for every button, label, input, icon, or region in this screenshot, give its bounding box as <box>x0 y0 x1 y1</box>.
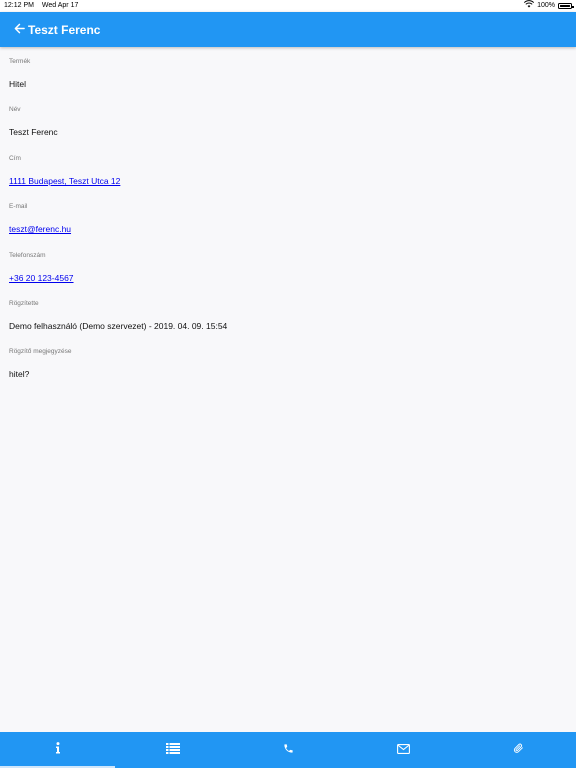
field-label: Rögzítette <box>9 299 39 307</box>
arrow-left-icon <box>14 21 25 39</box>
app-bar: Teszt Ferenc <box>0 12 576 47</box>
info-icon <box>55 741 61 759</box>
page-title: Teszt Ferenc <box>28 22 101 37</box>
field-label: E-mail <box>9 203 28 211</box>
field-value: Teszt Ferenc <box>9 127 58 138</box>
field-name: Név Teszt Ferenc <box>0 95 576 143</box>
tab-info[interactable] <box>0 732 116 768</box>
field-label: Telefonszám <box>9 251 46 259</box>
field-value: hitel? <box>9 369 30 380</box>
field-label: Név <box>9 106 21 114</box>
field-recorder-note: Rögzítő megjegyzése hitel? <box>0 337 576 385</box>
field-email: E-mail teszt@ferenc.hu <box>0 192 576 240</box>
status-date: Wed Apr 17 <box>41 2 79 9</box>
field-recorded-by: Rögzítette Demo felhasználó (Demo szerve… <box>0 289 576 337</box>
tab-list[interactable] <box>115 732 230 768</box>
detail-list: Termék Hitel Név Teszt Ferenc Cím 1111 B… <box>0 47 576 386</box>
field-label: Rögzítő megjegyzése <box>9 348 72 356</box>
address-link[interactable]: 1111 Budapest, Teszt Utca 12 <box>9 176 120 186</box>
field-phone: Telefonszám +36 20 123-4567 <box>0 241 576 289</box>
field-address: Cím 1111 Budapest, Teszt Utca 12 <box>0 144 576 192</box>
tab-mail[interactable] <box>346 732 461 768</box>
status-bar: 12:12 PM Wed Apr 17 100% <box>0 0 576 12</box>
email-link[interactable]: teszt@ferenc.hu <box>9 224 71 234</box>
phone-icon <box>283 741 294 759</box>
field-value: Hitel <box>9 79 27 89</box>
mail-icon <box>396 741 410 759</box>
field-label: Cím <box>9 154 21 162</box>
field-value: Demo felhasználó (Demo szervezet) - 2019… <box>9 320 228 331</box>
battery-icon <box>558 3 574 9</box>
field-product: Termék Hitel <box>0 47 576 95</box>
field-label: Termék <box>9 58 31 65</box>
phone-link[interactable]: +36 20 123-4567 <box>9 273 74 283</box>
paperclip-icon <box>513 741 524 759</box>
tab-phone[interactable] <box>230 732 345 768</box>
status-time: 12:12 PM <box>4 2 34 9</box>
bottom-tab-bar <box>0 732 576 768</box>
wifi-icon <box>524 0 535 13</box>
list-icon <box>165 741 180 759</box>
tab-attachments[interactable] <box>461 732 576 768</box>
battery-percent: 100% <box>537 2 555 9</box>
